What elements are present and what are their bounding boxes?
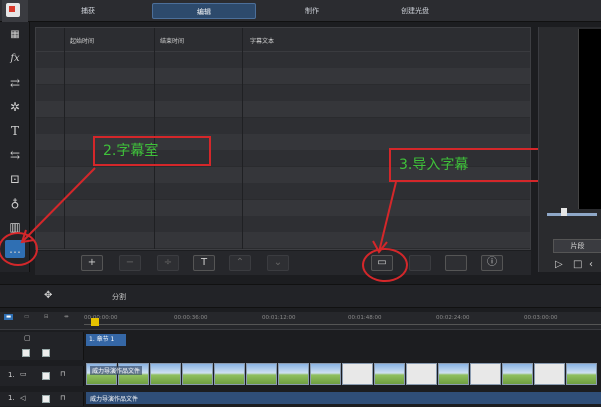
video-clip[interactable] — [246, 363, 277, 385]
video-track-checkbox[interactable] — [42, 372, 50, 380]
video-clip[interactable] — [566, 363, 597, 385]
expand-icon[interactable]: ⇹ — [64, 314, 69, 320]
video-clip[interactable] — [438, 363, 469, 385]
track-enable-checkbox[interactable] — [42, 349, 50, 357]
tool-icon[interactable]: ✥ — [44, 290, 52, 301]
preview-scrubber[interactable] — [547, 213, 597, 216]
ruler-tick: 00:03:00:00 — [524, 315, 558, 321]
audio-clip[interactable]: 威力导演作品文件 — [86, 392, 601, 404]
video-track-icon: ▭ — [20, 370, 27, 378]
chapter-clip[interactable]: 1. 章节 1 — [86, 334, 126, 346]
video-clip[interactable] — [406, 363, 437, 385]
video-clip[interactable] — [310, 363, 341, 385]
ruler-tick: 00:01:12:00 — [262, 315, 296, 321]
lock-icon[interactable]: ⊓ — [60, 370, 65, 378]
video-clip[interactable] — [150, 363, 181, 385]
video-clip[interactable] — [182, 363, 213, 385]
preview-scrubber-knob[interactable] — [561, 208, 567, 216]
video-clip[interactable] — [470, 363, 501, 385]
preview-panel: 片段 ▷ □ ‹ — [538, 27, 601, 272]
fit-icon[interactable]: ⊟ — [44, 314, 49, 320]
playhead[interactable] — [91, 318, 99, 326]
track-empty — [0, 346, 601, 360]
ruler-tick: 00:01:48:00 — [348, 315, 382, 321]
video-clip[interactable] — [278, 363, 309, 385]
track-header — [0, 346, 84, 360]
video-clip[interactable] — [214, 363, 245, 385]
video-track-number: 1. — [8, 371, 15, 379]
lock-icon[interactable]: ⊓ — [60, 394, 65, 402]
video-clip[interactable] — [502, 363, 533, 385]
play-icon[interactable]: ▷ — [555, 259, 563, 270]
timeline-toolbar: ✥ 分割 — [0, 284, 601, 308]
audio-track-number: 1. — [8, 394, 15, 402]
storyboard-icon[interactable]: ▭ — [24, 314, 29, 320]
timeline-view-icon[interactable]: ▬ — [4, 314, 14, 320]
audio-track-checkbox[interactable] — [42, 395, 50, 403]
video-clip-label: 威力导演作品文件 — [90, 366, 143, 375]
arrow-line — [21, 167, 96, 243]
subtitle-track-icon: ▢ — [24, 334, 31, 342]
track-header: ▢ — [0, 332, 84, 346]
video-clip[interactable] — [374, 363, 405, 385]
ruler-line — [84, 324, 601, 325]
preview-screen — [578, 29, 601, 209]
track-header: 1. ◁ ⊓ — [0, 392, 84, 406]
prev-frame-icon[interactable]: ‹ — [589, 259, 593, 270]
clip-mode-button[interactable]: 片段 — [553, 239, 601, 253]
ruler-tick: 00:00:00:00 — [84, 315, 118, 321]
arrow-line — [378, 181, 397, 253]
audio-clip-label: 威力导演作品文件 — [90, 396, 139, 403]
split-button[interactable]: 分割 — [112, 292, 126, 302]
track-header: 1. ▭ ⊓ — [0, 366, 84, 386]
video-clip[interactable] — [534, 363, 565, 385]
stop-icon[interactable]: □ — [573, 259, 582, 270]
ruler-tick: 00:00:36:00 — [174, 315, 208, 321]
audio-track-icon: ◁ — [20, 394, 26, 402]
ruler-tick: 00:02:24:00 — [436, 315, 470, 321]
video-clip[interactable] — [342, 363, 373, 385]
track-lock-box[interactable] — [22, 349, 30, 357]
